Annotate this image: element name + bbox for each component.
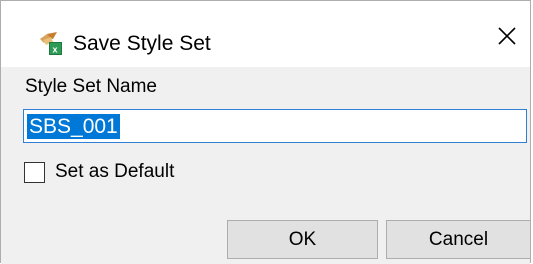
cancel-button[interactable]: Cancel xyxy=(386,220,531,259)
close-button[interactable] xyxy=(484,15,530,61)
title-bar: x Save Style Set xyxy=(1,1,530,67)
close-icon xyxy=(497,26,517,51)
style-set-name-input[interactable]: SBS_001 xyxy=(23,109,527,143)
svg-text:x: x xyxy=(53,45,58,55)
dialog-title: Save Style Set xyxy=(73,32,211,55)
ok-button[interactable]: OK xyxy=(227,220,378,259)
style-set-name-label: Style Set Name xyxy=(25,76,157,97)
style-set-name-value[interactable]: SBS_001 xyxy=(27,114,120,139)
set-as-default-label[interactable]: Set as Default xyxy=(55,160,174,184)
save-style-set-dialog: x Save Style Set Style Set Name SBS_001 … xyxy=(0,0,531,264)
style-set-app-icon: x xyxy=(37,30,63,56)
set-as-default-checkbox[interactable] xyxy=(24,162,45,183)
